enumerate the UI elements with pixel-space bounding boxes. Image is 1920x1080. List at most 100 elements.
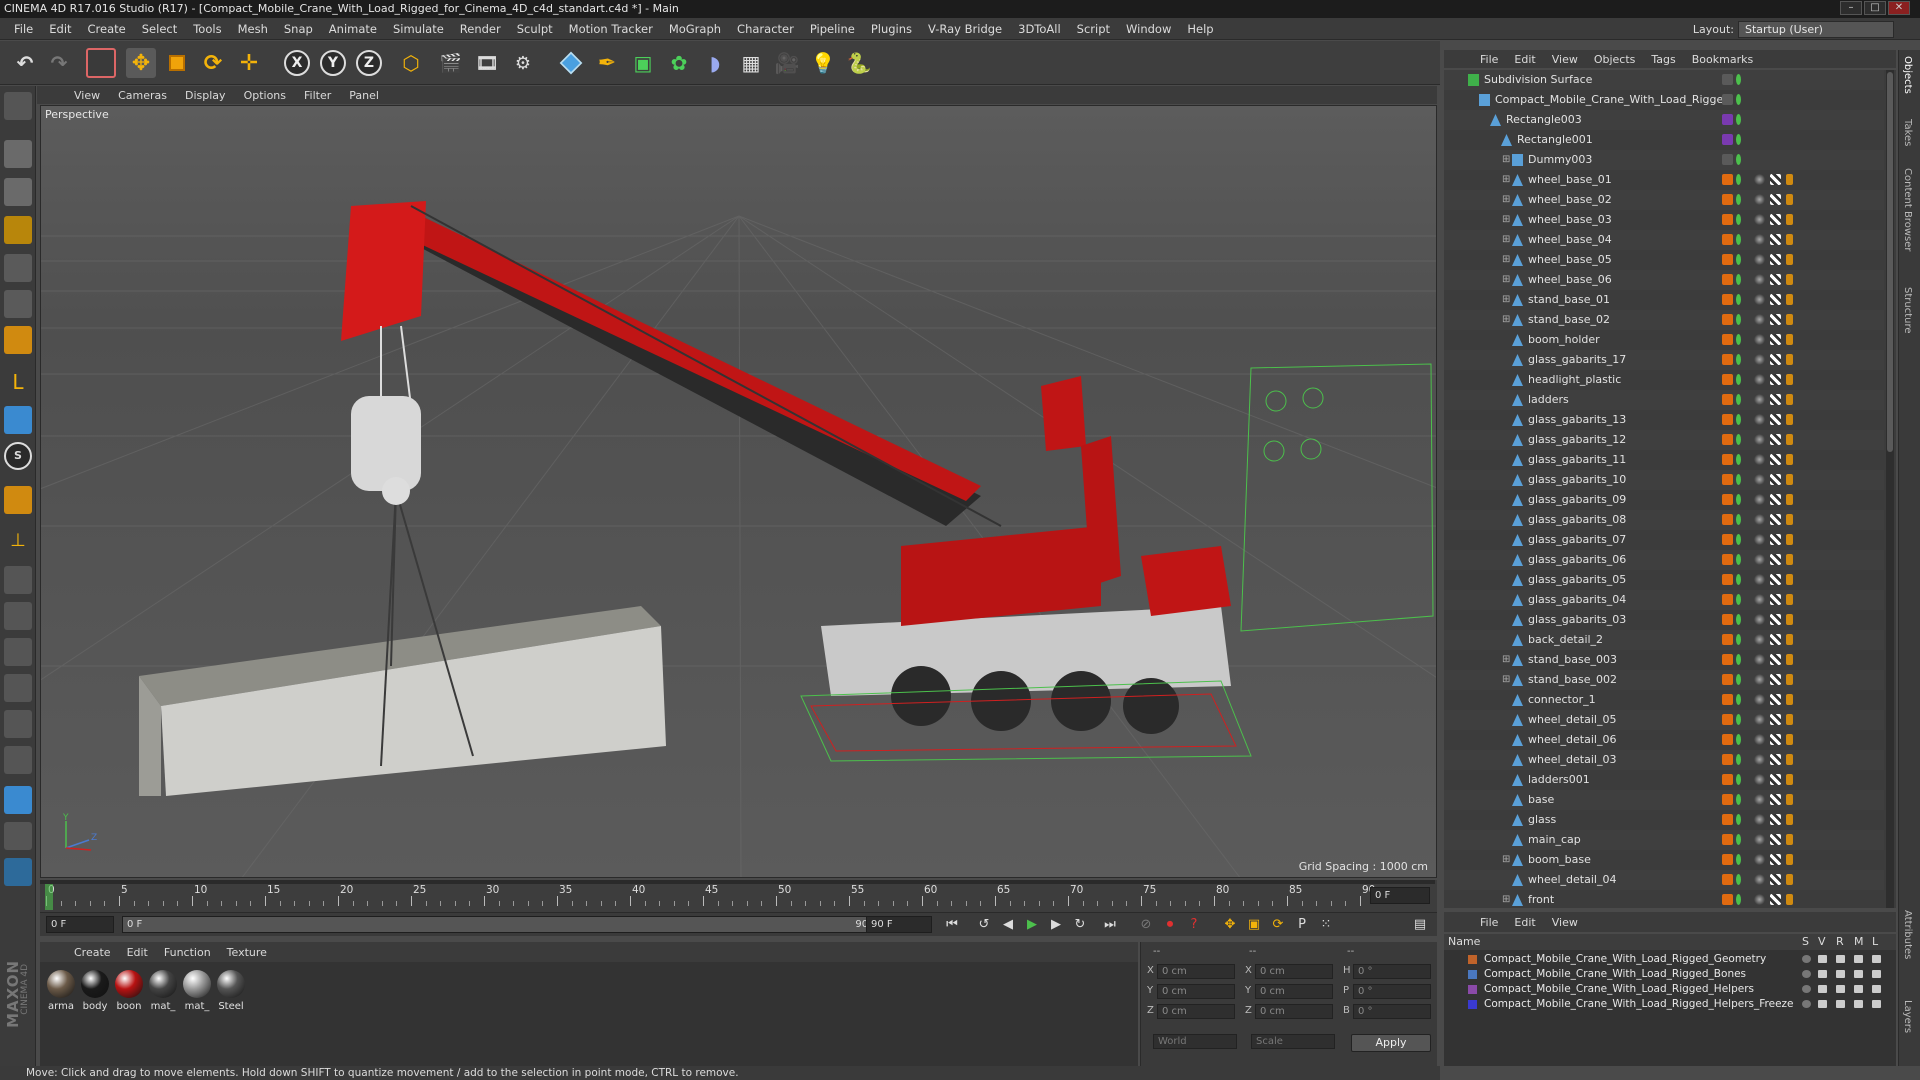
texture-tag-icon[interactable]: [1770, 714, 1781, 725]
object-tree-row[interactable]: glass_gabarits_03: [1444, 610, 1884, 630]
material-swatch[interactable]: arma: [46, 970, 76, 1012]
scale-tool-icon[interactable]: [162, 48, 192, 78]
texture-tag-icon[interactable]: [1770, 434, 1781, 445]
material-menu-texture[interactable]: Texture: [219, 946, 275, 959]
material-swatch[interactable]: mat_: [148, 970, 178, 1012]
render-settings-icon[interactable]: ⚙: [508, 48, 538, 78]
layer-menu-file[interactable]: File: [1472, 916, 1506, 929]
render-picture-viewer-icon[interactable]: 🎞: [472, 48, 502, 78]
material-tag-icon[interactable]: [1754, 194, 1765, 205]
visibility-dots-icon[interactable]: [1736, 114, 1741, 125]
ik-tool-icon[interactable]: [4, 566, 32, 594]
ik-tag-icon[interactable]: [1786, 894, 1793, 905]
object-tree-row[interactable]: Subdivision Surface: [1444, 70, 1884, 90]
object-tree-row[interactable]: ⊞ stand_base_003: [1444, 650, 1884, 670]
goto-start-icon[interactable]: ⏮: [942, 916, 962, 934]
layer-color-swatch[interactable]: [1722, 254, 1733, 265]
range-end-field[interactable]: 90 F: [866, 916, 932, 933]
timeline-end-field[interactable]: 0 F: [1370, 887, 1430, 904]
material-swatch[interactable]: boon: [114, 970, 144, 1012]
menu-animate[interactable]: Animate: [321, 22, 385, 36]
layer-color-swatch[interactable]: [1722, 134, 1733, 145]
ik-tag-icon[interactable]: [1786, 794, 1793, 805]
ik-tag-icon[interactable]: [1786, 194, 1793, 205]
cloner-icon[interactable]: ✿: [664, 48, 694, 78]
layout-dropdown[interactable]: Startup (User): [1738, 21, 1894, 38]
ik-tag-icon[interactable]: [1786, 274, 1793, 285]
scrollbar-thumb[interactable]: [1887, 72, 1893, 452]
layer-color-swatch[interactable]: [1468, 1000, 1477, 1009]
pose-tool-icon[interactable]: [4, 674, 32, 702]
material-tag-icon[interactable]: [1754, 254, 1765, 265]
layer-color-swatch[interactable]: [1722, 614, 1733, 625]
coord-value-field[interactable]: 0 cm: [1157, 1004, 1235, 1019]
visibility-dots-icon[interactable]: [1736, 314, 1741, 325]
material-tag-icon[interactable]: [1754, 174, 1765, 185]
autokey-icon[interactable]: ?: [1184, 916, 1204, 934]
texture-tag-icon[interactable]: [1770, 414, 1781, 425]
visibility-dots-icon[interactable]: [1736, 874, 1741, 885]
material-tag-icon[interactable]: [1754, 414, 1765, 425]
workplane-mode-icon[interactable]: [4, 216, 32, 244]
material-tag-icon[interactable]: [1754, 394, 1765, 405]
visibility-dots-icon[interactable]: [1736, 294, 1741, 305]
visibility-dots-icon[interactable]: [1736, 214, 1741, 225]
menu-3dtoall[interactable]: 3DToAll: [1010, 22, 1069, 36]
texture-tag-icon[interactable]: [1770, 394, 1781, 405]
key-parameter-icon[interactable]: P: [1292, 916, 1312, 934]
expand-toggle-icon[interactable]: ⊞: [1502, 190, 1510, 210]
ik-tag-icon[interactable]: [1786, 494, 1793, 505]
tweak-mode-icon[interactable]: [4, 406, 32, 434]
ik-tag-icon[interactable]: [1786, 394, 1793, 405]
visibility-dots-icon[interactable]: [1736, 834, 1741, 845]
goto-end-icon[interactable]: ⏭: [1100, 916, 1120, 934]
visibility-dots-icon[interactable]: [1736, 614, 1741, 625]
ik-tag-icon[interactable]: [1786, 414, 1793, 425]
key-position-icon[interactable]: ✥: [1220, 916, 1240, 934]
lock-toggle-icon[interactable]: [1872, 955, 1881, 963]
object-menu-tags[interactable]: Tags: [1643, 53, 1683, 66]
object-tree-row[interactable]: ⊞ stand_base_01: [1444, 290, 1884, 310]
texture-tag-icon[interactable]: [1770, 174, 1781, 185]
solo-toggle-icon[interactable]: [1802, 985, 1811, 993]
layer-color-swatch[interactable]: [1722, 894, 1733, 905]
layer-color-swatch[interactable]: [1722, 834, 1733, 845]
deformer-icon[interactable]: ◗: [700, 48, 730, 78]
timeline-settings-icon[interactable]: ▤: [1410, 916, 1430, 934]
object-menu-edit[interactable]: Edit: [1506, 53, 1543, 66]
menu-sculpt[interactable]: Sculpt: [509, 22, 561, 36]
record-active-icon[interactable]: ⏺: [1160, 916, 1180, 934]
menu-help[interactable]: Help: [1179, 22, 1221, 36]
ik-tag-icon[interactable]: [1786, 514, 1793, 525]
ik-tag-icon[interactable]: [1786, 834, 1793, 845]
layer-color-swatch[interactable]: [1722, 194, 1733, 205]
layer-color-swatch[interactable]: [1722, 354, 1733, 365]
manager-toggle-icon[interactable]: [1854, 970, 1863, 978]
visibility-dots-icon[interactable]: [1736, 274, 1741, 285]
texture-tag-icon[interactable]: [1770, 654, 1781, 665]
object-tree-row[interactable]: Compact_Mobile_Crane_With_Load_Rigged: [1444, 90, 1884, 110]
material-tag-icon[interactable]: [1754, 774, 1765, 785]
texture-tag-icon[interactable]: [1770, 794, 1781, 805]
ik-tag-icon[interactable]: [1786, 814, 1793, 825]
material-tag-icon[interactable]: [1754, 714, 1765, 725]
texture-tag-icon[interactable]: [1770, 594, 1781, 605]
edges-mode-icon[interactable]: [4, 290, 32, 318]
object-tree-row[interactable]: ladders001: [1444, 770, 1884, 790]
key-scale-icon[interactable]: ▣: [1244, 916, 1264, 934]
texture-tag-icon[interactable]: [1770, 694, 1781, 705]
layer-color-swatch[interactable]: [1722, 774, 1733, 785]
visible-toggle-icon[interactable]: [1818, 1000, 1827, 1008]
ik-tag-icon[interactable]: [1786, 654, 1793, 665]
texture-tag-icon[interactable]: [1770, 754, 1781, 765]
object-menu-view[interactable]: View: [1544, 53, 1586, 66]
menu-character[interactable]: Character: [729, 22, 802, 36]
object-tree-row[interactable]: glass_gabarits_11: [1444, 450, 1884, 470]
material-tag-icon[interactable]: [1754, 234, 1765, 245]
layer-color-swatch[interactable]: [1722, 514, 1733, 525]
expand-toggle-icon[interactable]: ⊞: [1502, 250, 1510, 270]
texture-tag-icon[interactable]: [1770, 734, 1781, 745]
texture-tag-icon[interactable]: [1770, 294, 1781, 305]
layer-color-swatch[interactable]: [1722, 274, 1733, 285]
current-frame-field[interactable]: 0 F: [46, 916, 114, 933]
